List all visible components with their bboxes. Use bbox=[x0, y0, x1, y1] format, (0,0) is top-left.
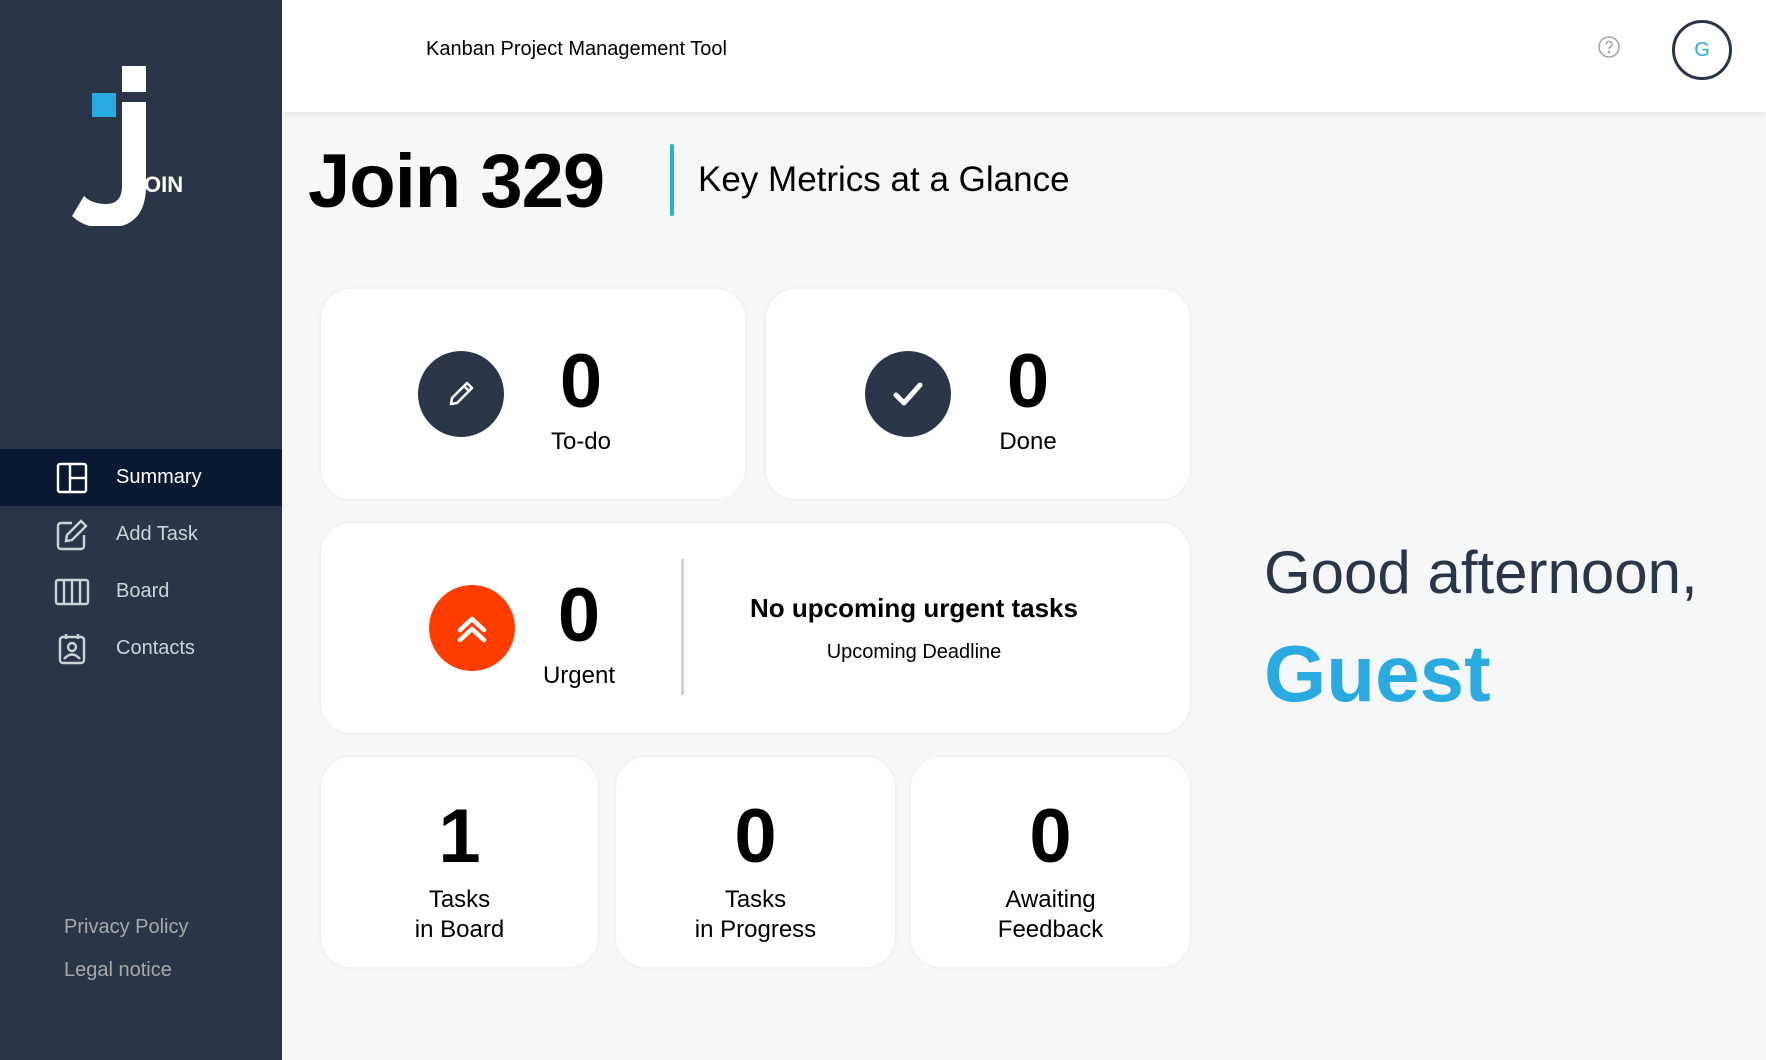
greeting-text: Good afternoon, bbox=[1264, 539, 1698, 606]
upcoming-deadline-label: Upcoming Deadline bbox=[826, 641, 1002, 663]
user-avatar[interactable]: G bbox=[1672, 20, 1732, 80]
sidebar-item-add-task[interactable]: Add Task bbox=[0, 506, 282, 563]
title-divider bbox=[670, 144, 674, 216]
page-subtitle: Key Metrics at a Glance bbox=[698, 160, 1070, 199]
help-icon[interactable] bbox=[1597, 35, 1621, 59]
done-count: 0 bbox=[1006, 339, 1050, 424]
upcoming-deadline-text: No upcoming urgent tasks bbox=[750, 593, 1078, 623]
sidebar-nav: Summary Add Task Board Contacts bbox=[0, 449, 282, 677]
sidebar-item-contacts[interactable]: Contacts bbox=[0, 620, 282, 677]
awaiting-feedback-label-line2: Feedback bbox=[997, 916, 1104, 943]
contacts-icon bbox=[58, 633, 86, 664]
todo-card[interactable]: 0 To-do bbox=[321, 289, 745, 499]
pencil-icon bbox=[449, 381, 474, 406]
sidebar: OIN Summary Add Task Board Contacts Priv… bbox=[0, 0, 282, 1060]
tasks-in-board-count: 1 bbox=[438, 794, 481, 879]
greeting-name: Guest bbox=[1264, 629, 1491, 718]
awaiting-feedback-count: 0 bbox=[1029, 794, 1072, 879]
sidebar-item-board[interactable]: Board bbox=[0, 563, 282, 620]
tasks-in-progress-label-line1: Tasks bbox=[724, 886, 787, 913]
urgent-icon-circle bbox=[429, 585, 515, 671]
summary-icon bbox=[56, 462, 88, 493]
privacy-policy-link[interactable]: Privacy Policy bbox=[64, 916, 188, 939]
urgent-divider bbox=[681, 559, 684, 695]
urgent-card[interactable]: 0 Urgent No upcoming urgent tasks Upcomi… bbox=[321, 523, 1190, 733]
tasks-in-progress-card[interactable]: 0 Tasks in Progress bbox=[616, 757, 895, 967]
tasks-in-progress-count: 0 bbox=[734, 794, 777, 879]
urgent-count: 0 bbox=[557, 573, 601, 658]
join-logo[interactable]: OIN bbox=[70, 66, 210, 228]
sidebar-item-label: Add Task bbox=[116, 523, 198, 545]
legal-notice-link[interactable]: Legal notice bbox=[64, 959, 188, 982]
header-title: Kanban Project Management Tool bbox=[426, 38, 727, 60]
tasks-in-board-label-line2: in Board bbox=[414, 916, 505, 943]
done-icon-circle bbox=[865, 351, 951, 437]
sidebar-item-summary[interactable]: Summary bbox=[0, 449, 282, 506]
logo-text: OIN bbox=[144, 172, 183, 197]
done-label: Done bbox=[999, 428, 1057, 455]
sidebar-item-label: Board bbox=[116, 580, 170, 602]
tasks-in-board-label-line1: Tasks bbox=[428, 886, 491, 913]
todo-icon-circle bbox=[418, 351, 504, 437]
double-chevron-up-icon bbox=[457, 616, 487, 643]
done-card[interactable]: 0 Done bbox=[766, 289, 1190, 499]
urgent-label: Urgent bbox=[542, 662, 616, 689]
todo-count: 0 bbox=[559, 339, 603, 424]
board-icon bbox=[54, 578, 90, 605]
page-title: Join 329 bbox=[308, 139, 605, 224]
tasks-in-board-card[interactable]: 1 Tasks in Board bbox=[321, 757, 598, 967]
tasks-in-progress-label-line2: in Progress bbox=[694, 916, 817, 943]
awaiting-feedback-card[interactable]: 0 Awaiting Feedback bbox=[911, 757, 1190, 967]
todo-label: To-do bbox=[550, 428, 612, 455]
awaiting-feedback-label-line1: Awaiting bbox=[1005, 886, 1096, 913]
add-task-icon bbox=[56, 518, 88, 550]
user-initial: G bbox=[1694, 38, 1710, 61]
sidebar-item-label: Summary bbox=[116, 466, 202, 488]
sidebar-item-label: Contacts bbox=[116, 637, 195, 659]
top-header: Kanban Project Management Tool G bbox=[282, 0, 1766, 112]
check-icon bbox=[893, 382, 923, 406]
sidebar-footer: Privacy Policy Legal notice bbox=[64, 916, 188, 1002]
